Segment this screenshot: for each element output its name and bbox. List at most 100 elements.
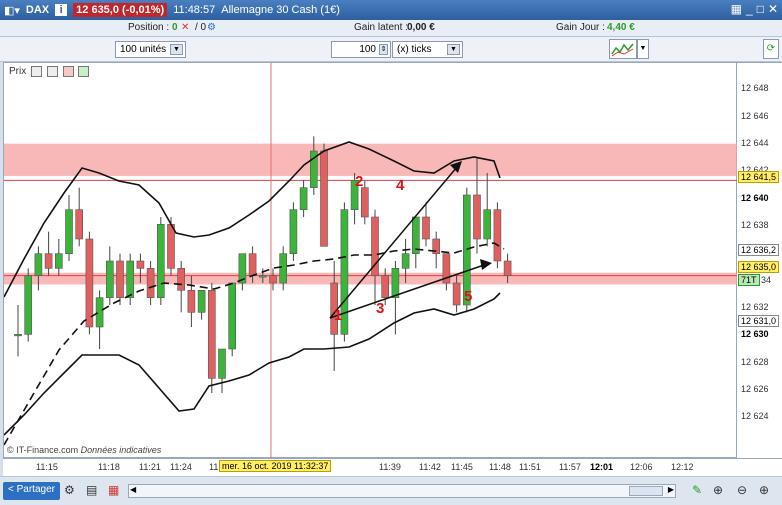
gain-latent-label: Gain latent :: [354, 22, 408, 33]
annotation-2: 2: [355, 173, 364, 190]
current-time: 11:48:57: [173, 4, 216, 16]
y-tick: 12 624: [741, 411, 769, 421]
chart-menu-icon[interactable]: ◧▾: [4, 4, 20, 17]
candle-body: [483, 209, 492, 240]
x-tick: 11:15: [36, 462, 58, 472]
current-price-badge: 12 635,0: [738, 261, 780, 273]
watermark-source: © IT-Finance.com: [7, 445, 79, 455]
candle-body: [228, 282, 236, 350]
price-axis[interactable]: 12 648 12 646 12 644 12 642 12 641,5 12 …: [737, 62, 782, 458]
orders-icon[interactable]: ⚙: [207, 22, 216, 33]
annotation-5: 5: [464, 288, 473, 305]
keyboard-icon[interactable]: ▦: [731, 2, 742, 16]
wrench-icon[interactable]: [31, 66, 43, 77]
scroll-left-icon[interactable]: ◀: [130, 485, 136, 494]
gain-jour-label: Gain Jour :: [556, 22, 605, 33]
watermark-note: Données indicatives: [80, 445, 162, 455]
y-tick: 12 648: [741, 83, 769, 93]
settings-icon[interactable]: ⚙: [64, 483, 75, 497]
resistance-zone: [4, 143, 738, 176]
tool-icon[interactable]: ✎: [692, 483, 702, 497]
upper-band-badge: 12 641,5: [738, 171, 780, 183]
indicator-chart-icon[interactable]: [609, 39, 637, 59]
candle-body: [503, 260, 512, 276]
x-tick: 11:24: [170, 462, 192, 472]
candle-body: [269, 275, 277, 284]
zoom-out-icon[interactable]: ⊖: [737, 483, 747, 497]
window-controls: ▦ _ □ ✕: [731, 2, 778, 16]
y-tick: 34: [761, 275, 772, 285]
price-chart[interactable]: Prix © IT-Finance.com Données indicative…: [3, 62, 738, 459]
candlestick-chart[interactable]: [4, 63, 738, 459]
candle-body: [177, 268, 185, 291]
scroll-right-icon[interactable]: ▶: [668, 485, 674, 494]
print-icon[interactable]: [46, 66, 58, 77]
candle-body: [360, 187, 369, 218]
ticks-value-input[interactable]: 100 ⇕: [331, 41, 391, 58]
gain-jour-value: 4,40 €: [607, 22, 635, 33]
zoom-in-icon[interactable]: ⊕: [759, 483, 769, 497]
x-tick: 11:18: [98, 462, 120, 472]
x-tick: 12:06: [630, 462, 653, 472]
candle-body: [289, 209, 298, 254]
close-icon[interactable]: ✕: [768, 2, 778, 16]
candle-body: [44, 253, 53, 269]
y-tick: 12 630: [741, 329, 769, 339]
candle-body: [259, 275, 267, 278]
trend-arrow-flat-head: [480, 259, 492, 270]
horizontal-scrollbar[interactable]: ◀ ▶: [128, 484, 676, 498]
minimize-icon[interactable]: _: [746, 2, 753, 16]
maximize-icon[interactable]: □: [757, 2, 764, 16]
candle-body: [320, 150, 328, 247]
candle-body: [136, 260, 145, 269]
position-value: 0: [172, 22, 178, 33]
share-button[interactable]: < Partager: [3, 482, 60, 500]
candle-body: [493, 209, 502, 262]
time-axis[interactable]: 11:15 11:18 11:21 11:24 11 mer. 16 oct. …: [3, 458, 782, 476]
prix-label: Prix: [9, 66, 27, 78]
tick-count-badge: 71T: [738, 274, 760, 286]
x-tick: 12:12: [671, 462, 694, 472]
up-arrow-icon[interactable]: [78, 66, 90, 77]
refresh-icon[interactable]: ⟳: [763, 39, 779, 59]
chevron-down-icon[interactable]: ▼: [447, 44, 460, 55]
candle-body: [422, 216, 430, 240]
y-tick: 12 644: [741, 138, 769, 148]
candle-body: [65, 209, 73, 254]
zoom-fit-icon[interactable]: ⊕: [713, 483, 723, 497]
x-tick: 11:39: [379, 462, 401, 472]
candle-body: [75, 209, 83, 240]
drawing-icon[interactable]: ▦: [108, 483, 119, 497]
candle-body: [34, 253, 43, 276]
units-select[interactable]: 100 unités ▼: [115, 41, 186, 58]
candle-body: [167, 224, 175, 269]
scroll-thumb[interactable]: [629, 486, 663, 496]
y-tick: 12 640: [741, 193, 769, 203]
x-tick: 11:48: [489, 462, 511, 472]
candle-body: [126, 260, 134, 298]
annotation-3: 3: [376, 300, 385, 317]
ticks-select[interactable]: (x) ticks ▼: [392, 41, 463, 58]
chevron-down-icon[interactable]: ▼: [170, 44, 183, 55]
bottom-toolbar: < Partager ⚙ ▤ ▦ ◀ ▶ ✎ ⊕ ⊖ ⊕: [0, 476, 782, 505]
add-indicator-icon[interactable]: [62, 66, 74, 77]
x-tick: 11:21: [139, 462, 161, 472]
candle-body: [391, 268, 400, 298]
candle-body: [218, 348, 226, 379]
candle-body: [187, 290, 196, 313]
list-icon[interactable]: ▤: [86, 483, 97, 497]
info-icon[interactable]: i: [55, 4, 68, 16]
annotation-4: 4: [396, 177, 405, 194]
controls-bar: 100 unités ▼ 100 ⇕ (x) ticks ▼ ▼ ⟳: [0, 37, 782, 62]
chevron-down-icon[interactable]: ▼: [637, 39, 649, 59]
candle-body: [14, 334, 22, 337]
y-tick: 12 626: [741, 384, 769, 394]
instrument-name[interactable]: DAX: [26, 4, 49, 16]
cursor-time-label: mer. 16 oct. 2019 11:32:37: [219, 460, 332, 472]
stepper-icon[interactable]: ⇕: [379, 44, 388, 55]
candle-body: [452, 282, 461, 306]
position-close-icon[interactable]: ✕: [181, 22, 189, 33]
candle-body: [146, 268, 155, 298]
x-tick: 11:51: [519, 462, 541, 472]
candle-body: [116, 260, 124, 298]
